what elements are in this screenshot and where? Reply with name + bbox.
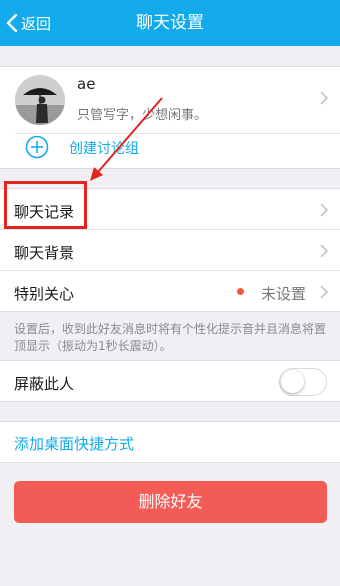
red-dot-indicator — [237, 288, 244, 295]
top-navigation-bar: 返回 聊天设置 — [0, 0, 340, 46]
settings-list: 聊天记录 聊天背景 特别关心 未设置 — [0, 188, 340, 312]
add-shortcut-label: 添加桌面快捷方式 — [14, 435, 135, 453]
chevron-right-icon[interactable] — [320, 91, 328, 105]
special-care-row[interactable]: 特别关心 未设置 — [0, 271, 340, 312]
profile-card: ae 只管写字，少想闲事。 创建讨论组 — [0, 66, 340, 169]
create-group-label: 创建讨论组 — [69, 141, 139, 157]
special-care-value: 未设置 — [260, 285, 306, 303]
chat-history-label: 聊天记录 — [14, 203, 75, 221]
avatar-image — [15, 75, 65, 125]
chevron-right-icon — [320, 244, 328, 258]
toggle-knob — [281, 370, 304, 393]
contact-signature: 只管写字，少想闲事。 — [77, 108, 208, 123]
block-contact-label: 屏蔽此人 — [14, 375, 75, 393]
plus-circle-icon — [25, 135, 49, 159]
add-shortcut-row[interactable]: 添加桌面快捷方式 — [0, 421, 340, 463]
chevron-right-icon — [320, 203, 328, 217]
avatar[interactable] — [15, 75, 65, 125]
contact-nickname: ae — [77, 75, 96, 93]
create-group-button[interactable]: 创建讨论组 — [0, 134, 340, 170]
special-care-label: 特别关心 — [14, 285, 75, 303]
chat-background-label: 聊天背景 — [14, 244, 75, 262]
special-care-hint: 设置后，收到此好友消息时将有个性化提示音并且消息将置顶显示（振动为1秒长震动）。 — [14, 322, 327, 353]
block-toggle[interactable] — [279, 368, 327, 396]
chat-background-row[interactable]: 聊天背景 — [0, 230, 340, 271]
delete-friend-button[interactable]: 删除好友 — [14, 481, 327, 523]
chat-history-row[interactable]: 聊天记录 — [0, 189, 340, 230]
chevron-right-icon — [320, 285, 328, 299]
page-title: 聊天设置 — [136, 13, 204, 33]
block-row: 屏蔽此人 — [0, 360, 340, 402]
